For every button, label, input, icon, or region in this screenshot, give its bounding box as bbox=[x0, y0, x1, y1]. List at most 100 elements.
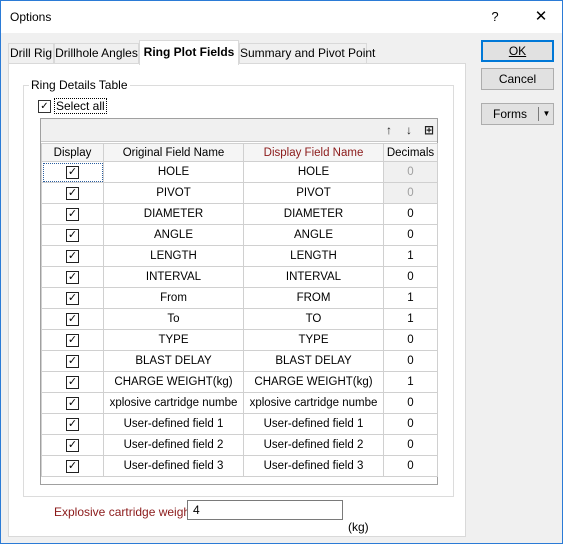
display-checkbox[interactable]: ✓ bbox=[66, 207, 79, 221]
forms-button-label[interactable]: Forms bbox=[482, 104, 538, 124]
display-field-name-cell[interactable]: ANGLE bbox=[243, 224, 384, 246]
original-field-name-cell[interactable]: From bbox=[103, 287, 244, 309]
decimals-cell[interactable]: 0 bbox=[383, 266, 438, 288]
display-checkbox[interactable]: ✓ bbox=[66, 165, 79, 179]
display-cell[interactable]: ✓ bbox=[41, 224, 104, 246]
ok-button[interactable]: OK bbox=[481, 40, 554, 62]
tab-drill-rig[interactable]: Drill Rig bbox=[8, 43, 54, 64]
original-field-name-cell[interactable]: INTERVAL bbox=[103, 266, 244, 288]
original-field-name-cell[interactable]: ANGLE bbox=[103, 224, 244, 246]
display-field-name-cell[interactable]: INTERVAL bbox=[243, 266, 384, 288]
decimals-cell[interactable]: 0 bbox=[383, 203, 438, 225]
table-row[interactable]: ✓ User-defined field 3 User-defined field … bbox=[41, 455, 438, 477]
display-checkbox[interactable]: ✓ bbox=[66, 459, 79, 473]
display-checkbox[interactable]: ✓ bbox=[66, 270, 79, 284]
insert-row-icon[interactable]: ⊞ bbox=[421, 122, 437, 138]
display-field-name-cell[interactable]: xplosive cartridge numbe bbox=[243, 392, 384, 414]
original-field-name-cell[interactable]: User-defined field 2 bbox=[103, 434, 244, 456]
display-cell[interactable]: ✓ bbox=[41, 245, 104, 267]
decimals-cell[interactable]: 1 bbox=[383, 371, 438, 393]
select-all-check-icon[interactable]: ✓ bbox=[38, 99, 51, 113]
display-cell[interactable]: ✓ bbox=[41, 371, 104, 393]
column-header-original-field-name[interactable]: Original Field Name bbox=[103, 143, 244, 162]
display-cell[interactable]: ✓ bbox=[41, 266, 104, 288]
decimals-cell[interactable]: 0 bbox=[383, 392, 438, 414]
original-field-name-cell[interactable]: HOLE bbox=[103, 161, 244, 183]
forms-button[interactable]: Forms ▼ bbox=[481, 103, 554, 125]
display-checkbox[interactable]: ✓ bbox=[66, 186, 79, 200]
display-cell[interactable]: ✓ bbox=[41, 392, 104, 414]
display-cell[interactable]: ✓ bbox=[41, 308, 104, 330]
table-row[interactable]: ✓ HOLE HOLE 0 bbox=[41, 161, 438, 183]
close-button[interactable]: ✕ bbox=[521, 1, 561, 33]
decimals-cell[interactable]: 0 bbox=[383, 350, 438, 372]
table-row[interactable]: ✓ INTERVAL INTERVAL 0 bbox=[41, 266, 438, 288]
original-field-name-cell[interactable]: User-defined field 3 bbox=[103, 455, 244, 477]
display-cell[interactable]: ✓ bbox=[41, 455, 104, 477]
table-row[interactable]: ✓ User-defined field 2 User-defined field … bbox=[41, 434, 438, 456]
display-checkbox[interactable]: ✓ bbox=[66, 375, 79, 389]
display-checkbox[interactable]: ✓ bbox=[66, 396, 79, 410]
select-all-checkbox[interactable]: ✓ Select all bbox=[38, 98, 107, 114]
display-field-name-cell[interactable]: LENGTH bbox=[243, 245, 384, 267]
move-down-icon[interactable]: ↓ bbox=[401, 122, 417, 138]
tab-drillhole-angles[interactable]: Drillhole Angles bbox=[54, 43, 139, 64]
display-checkbox[interactable]: ✓ bbox=[66, 249, 79, 263]
decimals-cell[interactable]: 1 bbox=[383, 245, 438, 267]
display-field-name-cell[interactable]: HOLE bbox=[243, 161, 384, 183]
original-field-name-cell[interactable]: xplosive cartridge numbe bbox=[103, 392, 244, 414]
table-row[interactable]: ✓ From FROM 1 bbox=[41, 287, 438, 309]
display-field-name-cell[interactable]: PIVOT bbox=[243, 182, 384, 204]
table-row[interactable]: ✓ DIAMETER DIAMETER 0 bbox=[41, 203, 438, 225]
display-cell[interactable]: ✓ bbox=[41, 434, 104, 456]
help-button[interactable]: ? bbox=[477, 1, 513, 33]
display-cell[interactable]: ✓ bbox=[41, 203, 104, 225]
display-checkbox[interactable]: ✓ bbox=[66, 291, 79, 305]
tab-summary-and-pivot-point[interactable]: Summary and Pivot Point bbox=[239, 43, 375, 64]
display-checkbox[interactable]: ✓ bbox=[66, 438, 79, 452]
original-field-name-cell[interactable]: To bbox=[103, 308, 244, 330]
table-row[interactable]: ✓ LENGTH LENGTH 1 bbox=[41, 245, 438, 267]
table-row[interactable]: ✓ ANGLE ANGLE 0 bbox=[41, 224, 438, 246]
display-checkbox[interactable]: ✓ bbox=[66, 333, 79, 347]
ok-button-label[interactable]: OK bbox=[509, 44, 526, 58]
display-cell[interactable]: ✓ bbox=[41, 329, 104, 351]
decimals-cell[interactable]: 1 bbox=[383, 308, 438, 330]
move-up-icon[interactable]: ↑ bbox=[381, 122, 397, 138]
select-all-label[interactable]: Select all bbox=[54, 98, 107, 114]
display-field-name-cell[interactable]: FROM bbox=[243, 287, 384, 309]
display-field-name-cell[interactable]: User-defined field 2 bbox=[243, 434, 384, 456]
tab-ring-plot-fields[interactable]: Ring Plot Fields bbox=[139, 40, 239, 65]
display-cell[interactable]: ✓ bbox=[41, 413, 104, 435]
original-field-name-cell[interactable]: User-defined field 1 bbox=[103, 413, 244, 435]
table-row[interactable]: ✓ To TO 1 bbox=[41, 308, 438, 330]
cancel-button[interactable]: Cancel bbox=[481, 68, 554, 90]
display-field-name-cell[interactable]: User-defined field 3 bbox=[243, 455, 384, 477]
table-row[interactable]: ✓ PIVOT PIVOT 0 bbox=[41, 182, 438, 204]
column-header-display[interactable]: Display bbox=[41, 143, 104, 162]
display-checkbox[interactable]: ✓ bbox=[66, 228, 79, 242]
decimals-cell[interactable]: 0 bbox=[383, 224, 438, 246]
display-field-name-cell[interactable]: DIAMETER bbox=[243, 203, 384, 225]
column-header-display-field-name[interactable]: Display Field Name bbox=[243, 143, 384, 162]
original-field-name-cell[interactable]: CHARGE WEIGHT(kg) bbox=[103, 371, 244, 393]
column-header-decimals[interactable]: Decimals bbox=[383, 143, 438, 162]
explosive-weight-input[interactable]: 4 bbox=[187, 500, 343, 520]
display-field-name-cell[interactable]: User-defined field 1 bbox=[243, 413, 384, 435]
display-checkbox[interactable]: ✓ bbox=[66, 354, 79, 368]
original-field-name-cell[interactable]: PIVOT bbox=[103, 182, 244, 204]
original-field-name-cell[interactable]: DIAMETER bbox=[103, 203, 244, 225]
table-row[interactable]: ✓ CHARGE WEIGHT(kg) CHARGE WEIGHT(kg) 1 bbox=[41, 371, 438, 393]
decimals-cell[interactable]: 1 bbox=[383, 287, 438, 309]
display-cell[interactable]: ✓ bbox=[41, 161, 104, 183]
display-field-name-cell[interactable]: TYPE bbox=[243, 329, 384, 351]
original-field-name-cell[interactable]: LENGTH bbox=[103, 245, 244, 267]
display-cell[interactable]: ✓ bbox=[41, 287, 104, 309]
original-field-name-cell[interactable]: BLAST DELAY bbox=[103, 350, 244, 372]
decimals-cell[interactable]: 0 bbox=[383, 329, 438, 351]
decimals-cell[interactable]: 0 bbox=[383, 434, 438, 456]
cancel-button-label[interactable]: Cancel bbox=[499, 72, 536, 86]
original-field-name-cell[interactable]: TYPE bbox=[103, 329, 244, 351]
chevron-down-icon[interactable]: ▼ bbox=[540, 104, 553, 124]
table-row[interactable]: ✓ User-defined field 1 User-defined field … bbox=[41, 413, 438, 435]
